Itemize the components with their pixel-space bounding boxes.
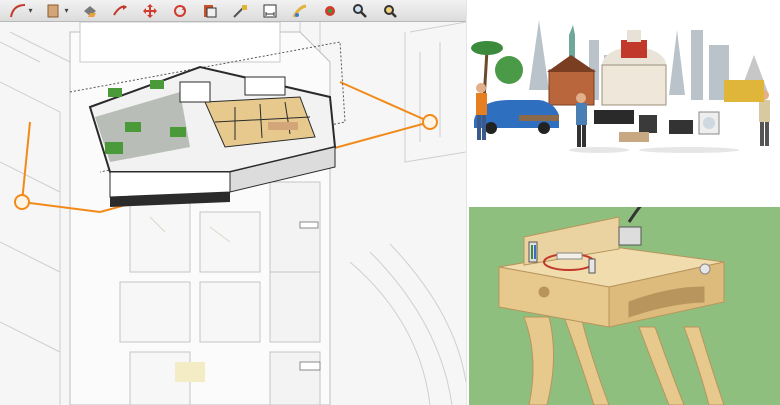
text-icon [292, 4, 307, 18]
rectangle-tool-button[interactable]: ▾ [42, 2, 72, 20]
tape-measure-icon [233, 4, 247, 18]
paint-bucket-tool-button[interactable] [78, 2, 102, 20]
modeling-viewport[interactable]: ▾ ▾ [0, 0, 467, 405]
rectangle-icon [47, 4, 59, 17]
magnifier-icon [353, 3, 367, 18]
push-pull-tool-button[interactable] [108, 2, 132, 20]
tool-toolbar: ▾ ▾ [0, 0, 466, 22]
landmarks-and-models-image [469, 0, 780, 200]
dimension-tool-button[interactable] [258, 2, 282, 20]
chevron-down-icon[interactable]: ▾ [64, 6, 68, 15]
plywood-desk-image [469, 207, 780, 405]
chevron-down-icon[interactable]: ▾ [28, 6, 32, 15]
building-model-render[interactable] [0, 22, 466, 405]
orbit-icon [325, 5, 335, 16]
arc-icon [10, 3, 26, 17]
zoom-tool-button[interactable] [348, 2, 372, 20]
move-tool-button[interactable] [138, 2, 162, 20]
orbit-tool-button[interactable] [318, 2, 342, 20]
screenshot-collage: ▾ ▾ [0, 0, 780, 405]
dimension-icon [263, 4, 277, 17]
move-arrows-icon [143, 3, 157, 18]
arc-tool-button[interactable]: ▾ [6, 2, 36, 20]
text-tool-button[interactable] [288, 2, 312, 20]
zoom-extents-icon [384, 4, 397, 18]
rotate-tool-button[interactable] [168, 2, 192, 20]
tape-measure-tool-button[interactable] [228, 2, 252, 20]
offset-icon [204, 4, 217, 17]
component-library-illustration [469, 0, 780, 200]
desk-model-illustration [469, 207, 780, 405]
offset-tool-button[interactable] [198, 2, 222, 20]
paint-bucket-icon [84, 5, 96, 17]
zoom-extents-tool-button[interactable] [378, 2, 402, 20]
push-pull-icon [113, 4, 127, 16]
rotate-icon [174, 4, 186, 17]
